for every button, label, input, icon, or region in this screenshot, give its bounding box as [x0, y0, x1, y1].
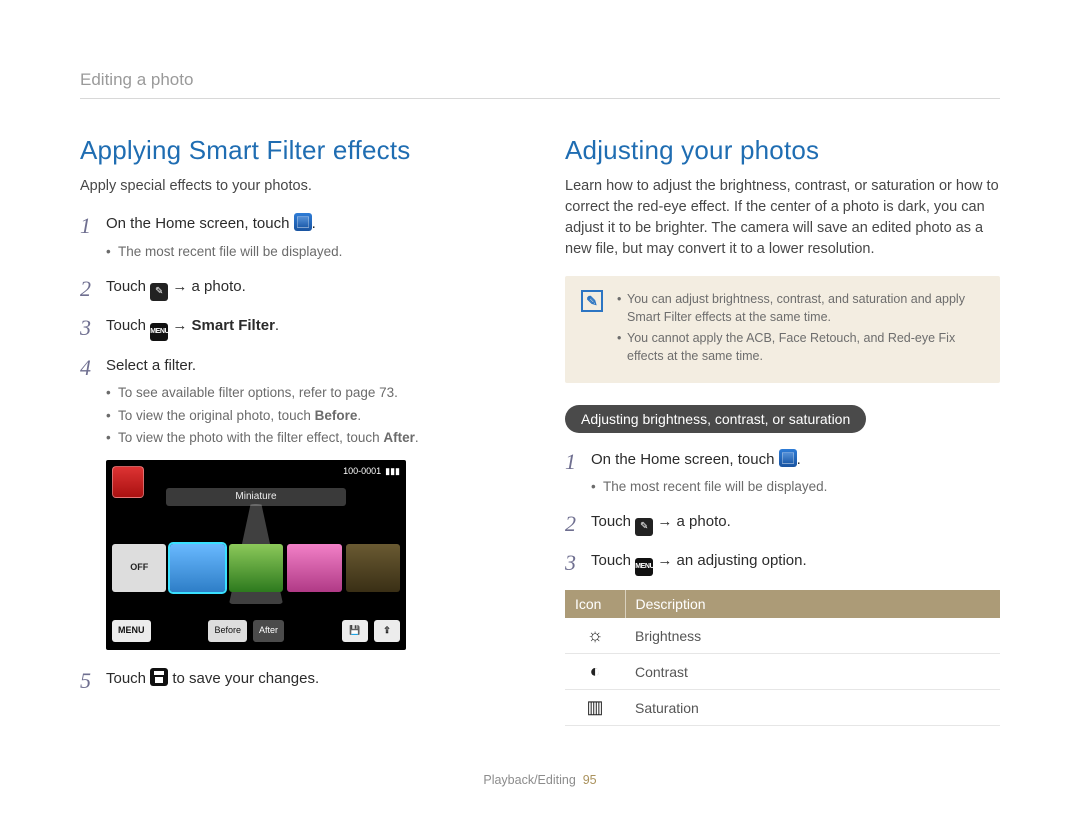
camera-screen: 100-0001 ▮▮▮ Miniature OFF: [106, 460, 406, 650]
heading-adjusting: Adjusting your photos: [565, 135, 1000, 166]
step-3-smartfilter: Smart Filter: [192, 317, 275, 334]
step-3-a: Touch: [106, 317, 150, 334]
rstep-1-sub: The most recent file will be displayed.: [591, 477, 1000, 497]
step-3-b: →: [172, 317, 191, 334]
subsection-pill: Adjusting brightness, contrast, or satur…: [565, 405, 866, 433]
steps-left: On the Home screen, touch . The most rec…: [80, 213, 515, 691]
left-column: Applying Smart Filter effects Apply spec…: [80, 135, 515, 726]
screen-save-icon[interactable]: 💾: [342, 620, 368, 642]
note-icon: ✎: [581, 290, 603, 312]
note-box: ✎ You can adjust brightness, contrast, a…: [565, 276, 1000, 383]
screen-status-bar: 100-0001 ▮▮▮: [343, 465, 400, 479]
rstep-3-a: Touch: [591, 552, 635, 569]
s4s2b: Before: [315, 408, 358, 423]
table-row: ◐ Contrast: [565, 654, 1000, 690]
step-4-sub1: To see available filter options, refer t…: [106, 383, 515, 403]
saturation-icon: ▥: [585, 697, 605, 718]
intro-right: Learn how to adjust the brightness, cont…: [565, 176, 1000, 260]
step-2-a: Touch: [106, 278, 150, 295]
note-item-2: You cannot apply the ACB, Face Retouch, …: [617, 329, 984, 365]
right-column: Adjusting your photos Learn how to adjus…: [565, 135, 1000, 726]
rstep-2: Touch ✎ → a photo.: [565, 511, 1000, 536]
filter-thumbnails: OFF: [112, 544, 400, 592]
before-button[interactable]: Before: [208, 620, 247, 642]
s4s3c: .: [415, 430, 419, 445]
step-2-b: → a photo.: [172, 278, 245, 295]
th-desc: Description: [625, 590, 1000, 618]
step-5-b: to save your changes.: [172, 670, 319, 687]
step-2: Touch ✎ → a photo.: [80, 276, 515, 301]
album-icon: [779, 449, 797, 467]
step-4-sub2: To view the original photo, touch Before…: [106, 406, 515, 426]
rstep-3-b: → an adjusting option.: [657, 552, 806, 569]
contrast-icon: ◐: [585, 661, 605, 682]
screen-share-icon[interactable]: ⇪: [374, 620, 400, 642]
after-button[interactable]: After: [253, 620, 284, 642]
menu-icon: MENU: [150, 323, 168, 341]
note-item-1: You can adjust brightness, contrast, and…: [617, 290, 984, 326]
save-icon: [150, 668, 168, 686]
table-row: ☼ Brightness: [565, 618, 1000, 654]
step-4-text: Select a filter.: [106, 357, 196, 374]
album-icon: [294, 213, 312, 231]
filter-off-button[interactable]: OFF: [112, 544, 166, 592]
step-1: On the Home screen, touch . The most rec…: [80, 213, 515, 262]
table-row: ▥ Saturation: [565, 690, 1000, 726]
filter-thumb-selected[interactable]: [170, 544, 224, 592]
row-contrast-label: Contrast: [625, 654, 1000, 690]
heading-smart-filter: Applying Smart Filter effects: [80, 135, 515, 166]
screen-menu-button[interactable]: MENU: [112, 620, 151, 642]
rstep-2-a: Touch: [591, 513, 635, 530]
filter-name-bar: Miniature: [166, 488, 346, 506]
step-5-a: Touch: [106, 670, 150, 687]
steps-right: On the Home screen, touch . The most rec…: [565, 449, 1000, 577]
page-footer: Playback/Editing 95: [0, 773, 1080, 787]
step-5: Touch to save your changes.: [80, 668, 515, 691]
row-brightness-label: Brightness: [625, 618, 1000, 654]
rstep-3: Touch MENU → an adjusting option.: [565, 550, 1000, 576]
step-1-sub: The most recent file will be displayed.: [106, 242, 515, 262]
s4s2c: .: [357, 408, 361, 423]
filter-thumb-3[interactable]: [287, 544, 341, 592]
footer-section: Playback/Editing: [483, 773, 575, 787]
breadcrumb: Editing a photo: [80, 70, 1000, 99]
menu-icon: MENU: [635, 558, 653, 576]
row-saturation-label: Saturation: [625, 690, 1000, 726]
intro-left: Apply special effects to your photos.: [80, 176, 515, 197]
effect-category-icon: [112, 466, 144, 498]
rstep-1-text: On the Home screen, touch: [591, 451, 779, 468]
filter-thumb-4[interactable]: [346, 544, 400, 592]
rstep-1: On the Home screen, touch . The most rec…: [565, 449, 1000, 498]
s4s2a: To view the original photo, touch: [118, 408, 315, 423]
filter-thumb-2[interactable]: [229, 544, 283, 592]
photo-select-icon: ✎: [150, 283, 168, 301]
adjust-options-table: Icon Description ☼ Brightness ◐ Contrast…: [565, 590, 1000, 726]
footer-page-number: 95: [583, 773, 597, 787]
step-1-text: On the Home screen, touch: [106, 215, 294, 232]
s4s3b: After: [383, 430, 415, 445]
s4s3a: To view the photo with the filter effect…: [118, 430, 383, 445]
step-4: Select a filter. To see available filter…: [80, 355, 515, 650]
rstep-2-b: → a photo.: [657, 513, 730, 530]
brightness-icon: ☼: [585, 625, 605, 646]
step-3-d: .: [275, 317, 279, 334]
step-3: Touch MENU → Smart Filter.: [80, 315, 515, 341]
step-4-sub3: To view the photo with the filter effect…: [106, 428, 515, 448]
screen-bottom-bar: MENU Before After 💾 ⇪: [112, 618, 400, 644]
file-counter: 100-0001: [343, 465, 381, 479]
battery-icon: ▮▮▮: [385, 465, 400, 479]
th-icon: Icon: [565, 590, 625, 618]
photo-select-icon: ✎: [635, 518, 653, 536]
